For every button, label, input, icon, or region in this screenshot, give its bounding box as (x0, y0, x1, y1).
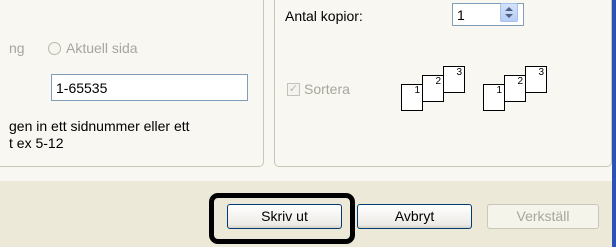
collate-label[interactable]: Sortera (304, 81, 350, 97)
collate-page-3: 3 (525, 66, 547, 93)
window-frame-right (612, 0, 616, 247)
collate-page-number: 3 (538, 67, 544, 78)
collate-page-1: 1 (401, 84, 423, 111)
page-range-input[interactable] (51, 74, 248, 101)
collate-page-number: 2 (517, 76, 523, 87)
collate-page-number: 1 (414, 85, 420, 96)
collate-page-number: 1 (496, 85, 502, 96)
collate-page-number: 3 (456, 67, 462, 78)
collate-page-2: 2 (422, 75, 444, 102)
page-range-partial-label: ng (9, 40, 25, 56)
collate-page-number: 2 (435, 76, 441, 87)
spin-up-icon[interactable] (505, 7, 513, 11)
current-page-label[interactable]: Aktuell sida (66, 40, 138, 56)
copies-label: Antal kopior: (285, 8, 363, 24)
collate-page-1: 1 (483, 84, 505, 111)
apply-button[interactable]: Verkställ (487, 204, 599, 229)
page-range-hint-line1: gen in ett sidnummer eller ett (9, 118, 190, 134)
spin-down-icon[interactable] (505, 14, 513, 18)
current-page-radio[interactable] (48, 42, 61, 55)
collate-checkbox[interactable]: ✓ (287, 83, 300, 96)
copies-value[interactable]: 1 (457, 7, 465, 23)
print-button[interactable]: Skriv ut (227, 204, 342, 229)
collate-page-2: 2 (504, 75, 526, 102)
page-range-hint-line2: t ex 5-12 (9, 135, 64, 151)
collate-page-3: 3 (443, 66, 465, 93)
cancel-button[interactable]: Avbryt (357, 204, 472, 229)
copies-spin-buttons[interactable] (500, 3, 518, 22)
print-dialog-body: ng Aktuell sida gen in ett sidnummer ell… (0, 0, 616, 181)
